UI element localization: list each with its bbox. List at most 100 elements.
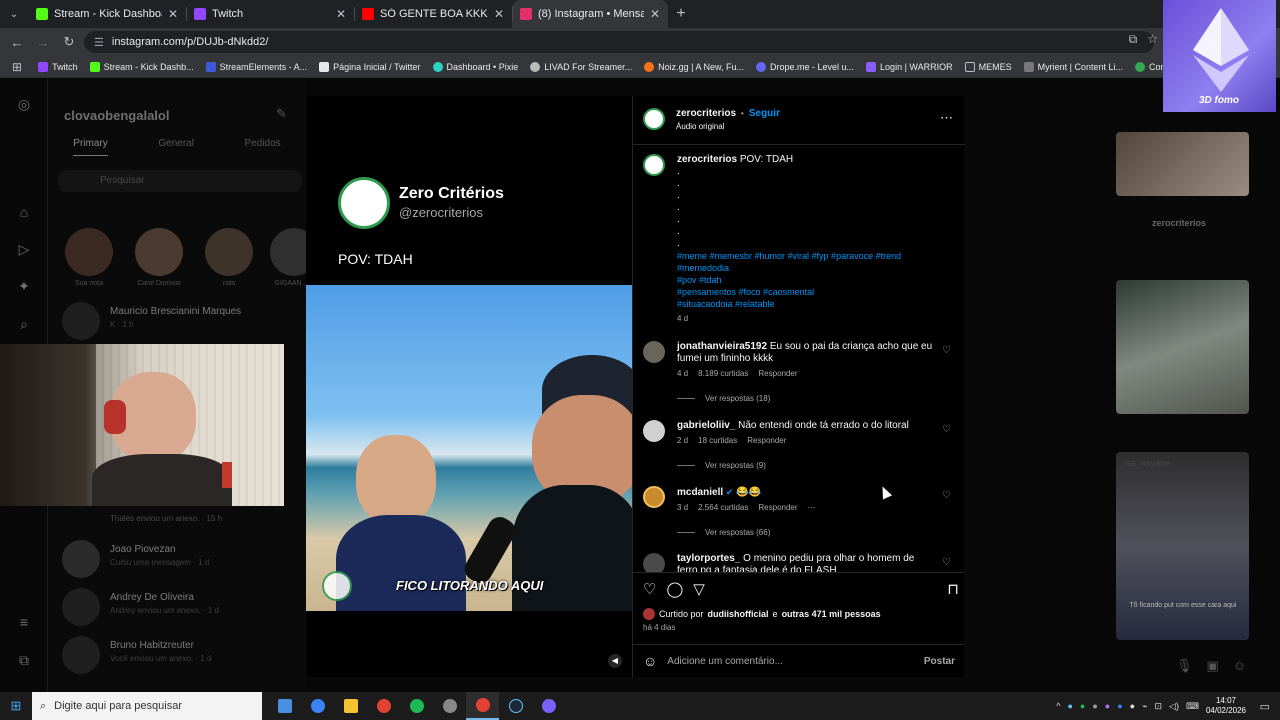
dm-thread[interactable]: Mauricio Brescianini Marques K · 1 h bbox=[62, 300, 302, 340]
hashtag-line[interactable]: #memedodia bbox=[677, 262, 933, 274]
like-comment-icon[interactable]: ♡ bbox=[942, 557, 951, 568]
apps-grid-icon[interactable]: ⊞ bbox=[6, 60, 32, 74]
bookmark-item[interactable]: LIVAD For Streamer... bbox=[524, 61, 638, 72]
tray-app-icon[interactable]: ● bbox=[1105, 701, 1110, 711]
note-item[interactable]: Sua nota bbox=[64, 218, 114, 287]
commenter-avatar[interactable] bbox=[643, 341, 665, 363]
discord-icon[interactable] bbox=[532, 692, 565, 720]
search-icon[interactable]: ⌕ bbox=[16, 316, 32, 332]
like-comment-icon[interactable]: ♡ bbox=[942, 345, 951, 356]
reply-button[interactable]: Responder bbox=[747, 436, 786, 445]
taskbar-clock[interactable]: 14:07 04/02/2026 bbox=[1206, 696, 1246, 716]
forward-button[interactable]: → bbox=[32, 31, 54, 53]
liked-by-user[interactable]: dudiishofficial bbox=[708, 609, 769, 619]
tray-app-icon[interactable]: ● bbox=[1130, 701, 1135, 711]
author-avatar[interactable] bbox=[643, 154, 665, 176]
note-item[interactable]: Carol Dionisio bbox=[134, 218, 184, 287]
close-tab-icon[interactable]: ✕ bbox=[494, 7, 504, 21]
tab-primary[interactable]: Primary bbox=[73, 138, 108, 156]
more-apps-icon[interactable]: ⧉ bbox=[16, 652, 32, 668]
view-replies[interactable]: Ver respostas (9) bbox=[677, 461, 766, 470]
comment-icon[interactable]: ◯ bbox=[666, 580, 683, 602]
usb-icon[interactable]: ⌁ bbox=[1142, 701, 1147, 712]
dm-search-input[interactable]: Pesquisar bbox=[58, 170, 302, 192]
menu-icon[interactable]: ≡ bbox=[16, 614, 32, 630]
tray-app-icon[interactable]: ● bbox=[1067, 701, 1072, 711]
explore-icon[interactable]: ✦ bbox=[16, 278, 32, 294]
tray-app-icon[interactable]: ● bbox=[1117, 701, 1122, 711]
comment-input[interactable]: Adicione um comentário... bbox=[667, 656, 914, 667]
tab-requests[interactable]: Pedidos bbox=[245, 138, 281, 156]
copilot-icon[interactable] bbox=[301, 692, 334, 720]
compose-icon[interactable]: ✎ bbox=[276, 106, 287, 122]
sticker-icon[interactable]: ☺ bbox=[1233, 658, 1246, 674]
instagram-logo-icon[interactable]: ◎ bbox=[16, 96, 32, 112]
mute-icon[interactable]: ◀ bbox=[608, 654, 622, 668]
windows-start-icon[interactable]: ⊞ bbox=[0, 692, 32, 720]
notification-icon[interactable]: ▭ bbox=[1260, 700, 1270, 713]
note-item[interactable]: GIGAAN bbox=[270, 218, 306, 287]
video-frame[interactable]: FICO LITORANDO AQUI bbox=[306, 285, 632, 611]
save-icon[interactable]: ⊓ bbox=[947, 580, 959, 598]
bookmark-item[interactable]: Stream - Kick Dashb... bbox=[84, 61, 200, 72]
commenter-avatar[interactable] bbox=[643, 486, 665, 508]
microphone-icon[interactable]: 🎙 bbox=[1176, 658, 1193, 674]
comment-likes[interactable]: 2.564 curtidas bbox=[698, 503, 748, 512]
commenter-username[interactable]: jonathanvieira5192 bbox=[677, 341, 767, 352]
tab-kick[interactable]: Stream - Kick Dashboard ✕ bbox=[28, 0, 186, 28]
language-icon[interactable]: ⌨ bbox=[1186, 701, 1199, 712]
network-icon[interactable]: ⊡ bbox=[1154, 701, 1162, 712]
tab-search-icon[interactable]: ⌄ bbox=[0, 0, 28, 28]
tab-instagram[interactable]: (8) Instagram • Mensagens ✕ bbox=[512, 0, 668, 28]
chrome-icon[interactable] bbox=[367, 692, 400, 720]
commenter-username[interactable]: gabrieloliiv_ bbox=[677, 420, 735, 431]
bookmark-item[interactable]: StreamElements - A... bbox=[200, 61, 314, 72]
commenter-username[interactable]: mcdaniell bbox=[677, 487, 723, 498]
tab-twitch[interactable]: Twitch ✕ bbox=[186, 0, 354, 28]
task-view-icon[interactable] bbox=[268, 692, 301, 720]
new-tab-button[interactable]: + bbox=[668, 0, 694, 28]
comment-likes[interactable]: 18 curtidas bbox=[698, 436, 737, 445]
commenter-avatar[interactable] bbox=[643, 553, 665, 573]
taskbar-search-input[interactable]: ⌕ Digite aqui para pesquisar bbox=[32, 692, 262, 720]
site-info-icon[interactable]: ☰ bbox=[94, 36, 104, 49]
more-options-icon[interactable]: ⋯ bbox=[940, 110, 953, 126]
back-button[interactable]: ← bbox=[6, 31, 28, 53]
like-comment-icon[interactable]: ♡ bbox=[942, 424, 951, 435]
like-icon[interactable]: ♡ bbox=[643, 580, 656, 602]
like-comment-icon[interactable]: ♡ bbox=[942, 490, 951, 501]
hashtag-line[interactable]: #meme #memesbr #humor #viral #fyp #parav… bbox=[677, 250, 933, 262]
commenter-username[interactable]: taylorportes_ bbox=[677, 553, 740, 564]
spotify-icon[interactable] bbox=[400, 692, 433, 720]
reply-button[interactable]: Responder bbox=[758, 503, 797, 512]
bookmark-item[interactable]: Twitch bbox=[32, 61, 84, 72]
follow-button[interactable]: Seguir bbox=[749, 108, 780, 119]
note-item[interactable]: rafa bbox=[204, 218, 254, 287]
dm-thread[interactable]: Bruno Habitzreuter Você enviou um anexo. … bbox=[62, 634, 302, 674]
hashtag-line[interactable]: #situacaodoia #relatable bbox=[677, 298, 933, 310]
dm-thread[interactable]: Joao Piovezan Curtiu uma mensagem · 1 d bbox=[62, 538, 302, 578]
tab-youtube[interactable]: SÓ GENTE BOA KKKKKKKK - Yo ✕ bbox=[354, 0, 512, 28]
bookmark-item[interactable]: Dashboard • Pixie bbox=[427, 61, 525, 72]
image-icon[interactable]: ▣ bbox=[1207, 658, 1219, 674]
view-replies[interactable]: Ver respostas (66) bbox=[677, 528, 770, 537]
share-icon[interactable]: ▽ bbox=[693, 580, 705, 602]
post-comment-button[interactable]: Postar bbox=[924, 656, 955, 667]
bookmark-item[interactable]: Myrient | Content Li... bbox=[1018, 61, 1129, 72]
hashtag-line[interactable]: #pensamentos #foco #caosmental bbox=[677, 286, 933, 298]
commenter-avatar[interactable] bbox=[643, 420, 665, 442]
close-tab-icon[interactable]: ✕ bbox=[650, 7, 660, 21]
steam-icon[interactable] bbox=[499, 692, 532, 720]
audio-label[interactable]: Áudio original bbox=[676, 122, 724, 131]
tray-app-icon[interactable]: ● bbox=[1092, 701, 1097, 711]
install-app-icon[interactable]: ⧉ bbox=[1129, 32, 1138, 47]
hashtag-line[interactable]: #pov #tdah bbox=[677, 274, 933, 286]
likes-summary[interactable]: Curtido por dudiishofficial e outras 471… bbox=[643, 608, 881, 620]
volume-icon[interactable]: ◁) bbox=[1169, 701, 1179, 712]
tab-general[interactable]: General bbox=[158, 138, 194, 156]
close-tab-icon[interactable]: ✕ bbox=[168, 7, 178, 21]
caption-username[interactable]: zerocriterios bbox=[677, 154, 737, 165]
obs-icon[interactable] bbox=[433, 692, 466, 720]
bookmark-item[interactable]: Login | WARRIOR bbox=[860, 61, 959, 72]
home-icon[interactable]: ⌂ bbox=[16, 204, 32, 220]
